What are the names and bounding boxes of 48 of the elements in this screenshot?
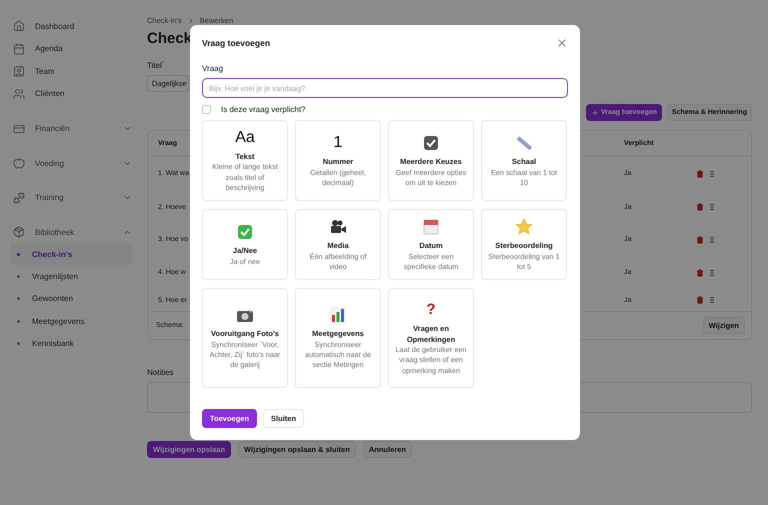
home-icon [13, 20, 25, 32]
drag-handle-icon[interactable] [708, 268, 716, 276]
chevron-down-icon [123, 193, 132, 202]
credit-card-icon [13, 122, 25, 134]
type-icon: Aa [235, 128, 255, 148]
sidebar-subitem[interactable]: Gewoonten [10, 288, 132, 310]
users-icon [13, 88, 25, 100]
sidebar-group[interactable]: Training [10, 186, 132, 208]
sidebar-item[interactable]: Dashboard [10, 15, 132, 38]
question-mark-icon: ? [426, 300, 436, 320]
trash-icon[interactable] [696, 203, 704, 211]
field-label: Vraag [202, 64, 224, 73]
calendar-icon [421, 217, 441, 238]
sidebar-subitem[interactable]: Kennisbank [10, 332, 132, 354]
checkbox-label: Is deze vraag verplicht? [221, 105, 306, 114]
calendar-icon [13, 42, 25, 55]
drag-handle-icon[interactable] [708, 296, 716, 304]
sidebar-item[interactable]: Agenda [10, 38, 132, 60]
sidebar-group[interactable]: Financiën [10, 118, 132, 140]
trash-icon[interactable] [696, 296, 704, 304]
drag-handle-icon[interactable] [708, 203, 716, 211]
sidebar-subitem[interactable]: Vragenlijsten [10, 265, 132, 288]
star-icon [514, 217, 534, 238]
sidebar-item[interactable]: Cliënten [10, 82, 132, 105]
plus-icon [590, 108, 599, 116]
apple-icon [13, 157, 25, 169]
trash-icon[interactable] [696, 170, 704, 178]
drag-handle-icon[interactable] [708, 170, 716, 178]
type-icon: 1 [334, 133, 342, 154]
drag-handle-icon[interactable] [708, 236, 716, 244]
sidebar-subitem[interactable]: Meetgegevens [10, 310, 132, 332]
sidebar-subitem[interactable]: Check-in's [10, 243, 132, 266]
chevron-down-icon [123, 124, 132, 133]
dialog-title: Vraag toevoegen [202, 38, 270, 48]
field-label: Titel [147, 61, 162, 70]
package-icon [13, 226, 25, 238]
sidebar-group[interactable]: Bibliotheek [10, 221, 132, 243]
close-icon[interactable] [556, 37, 568, 49]
dumbbell-icon [13, 192, 25, 204]
bar-chart-icon [328, 305, 348, 326]
sidebar-group[interactable]: Voeding [10, 152, 132, 174]
page-title: Check [147, 30, 192, 47]
trash-icon[interactable] [696, 236, 704, 244]
contact-card-icon [13, 65, 25, 78]
field-label: Notities [147, 368, 174, 377]
sidebar-item[interactable]: Team [10, 60, 132, 82]
checkbox[interactable] [202, 105, 211, 114]
trash-icon[interactable] [696, 268, 704, 276]
